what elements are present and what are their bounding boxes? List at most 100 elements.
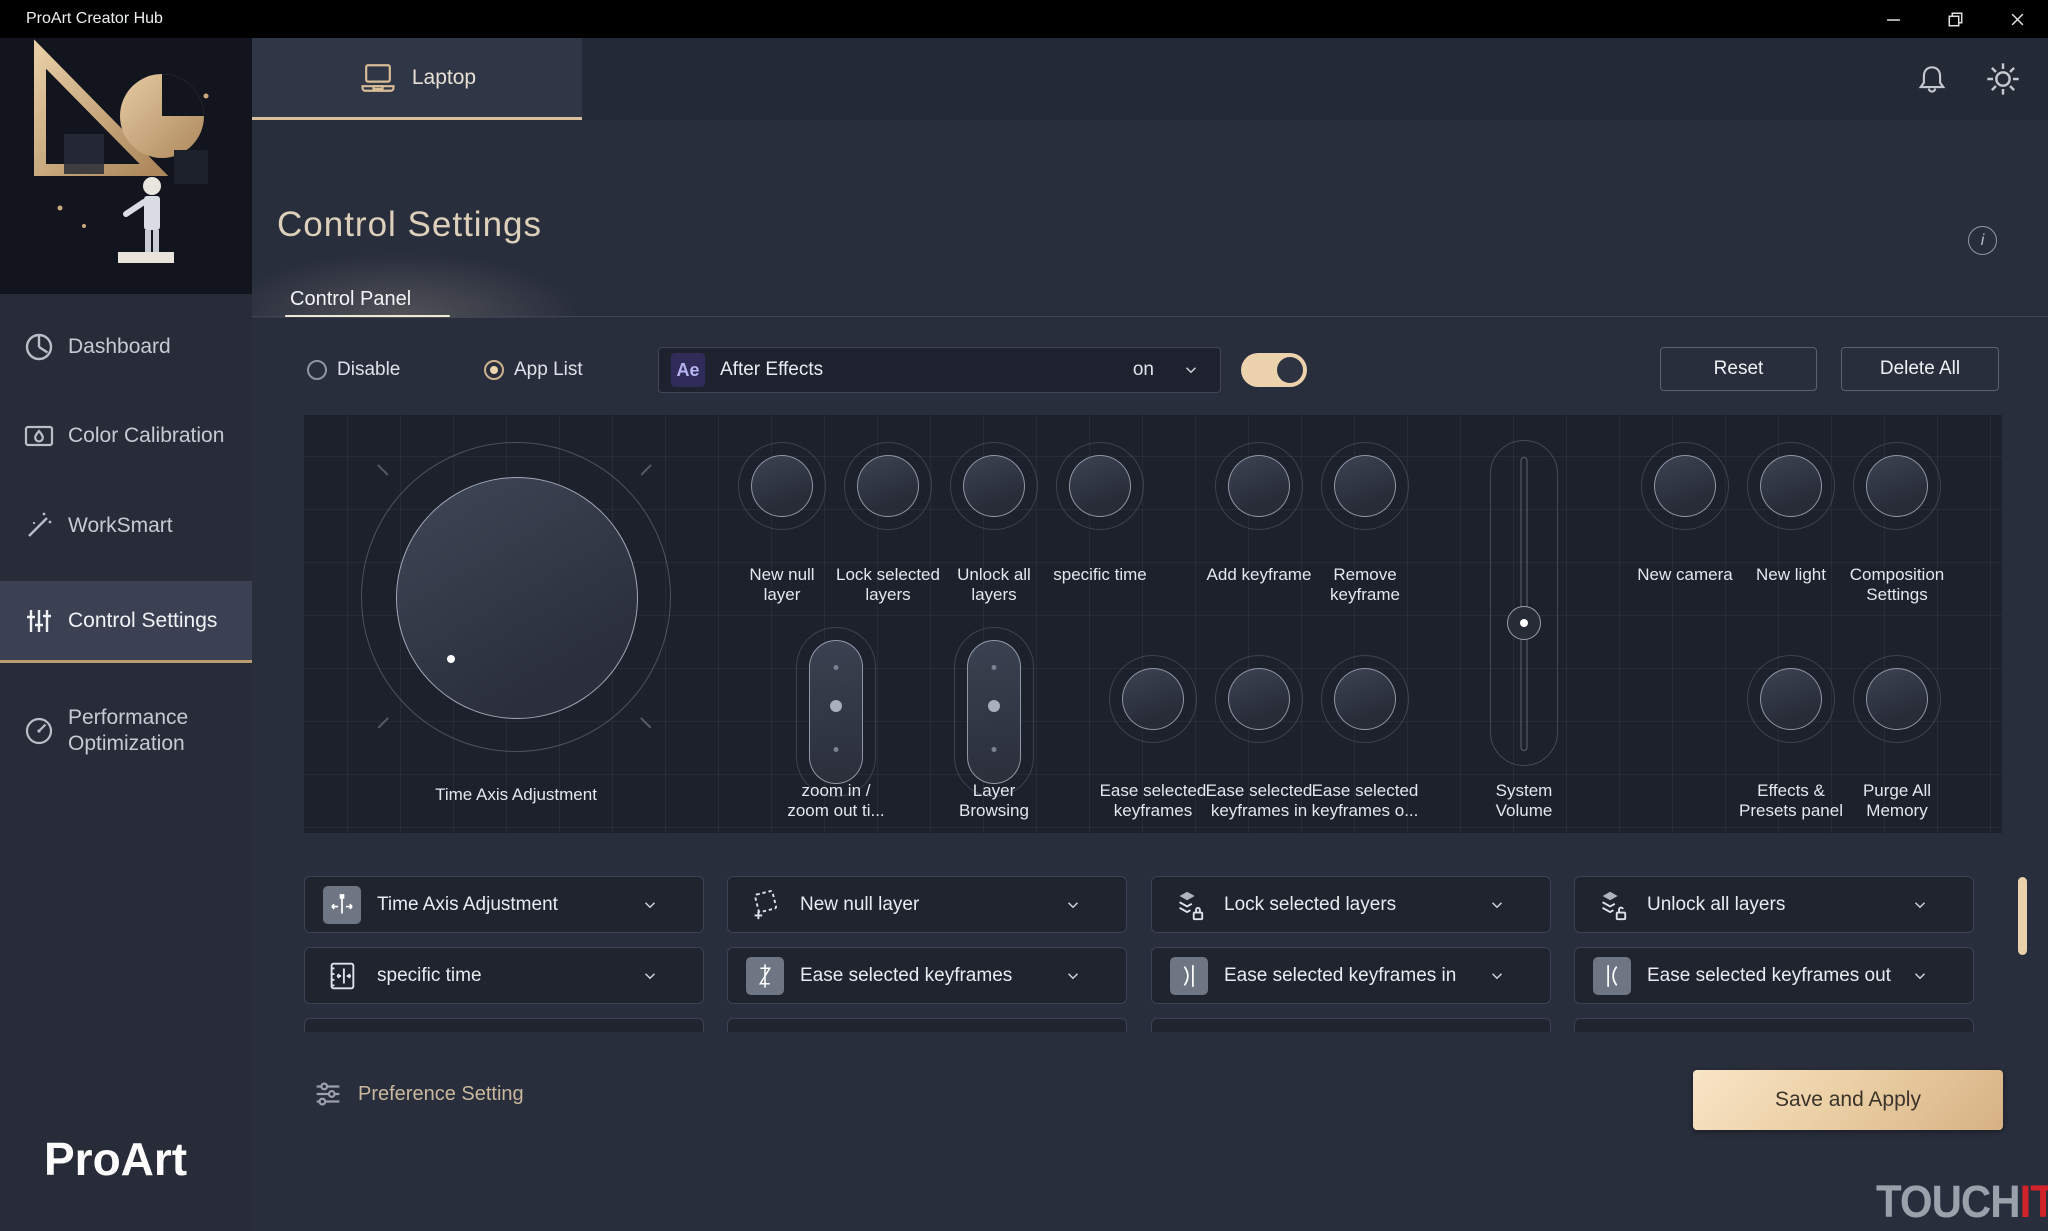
pad-slider-system-volume[interactable] [1490,440,1558,766]
worksmart-icon [22,509,56,543]
assignment-dropdown-partial[interactable] [304,1018,704,1032]
assignment-label: Time Axis Adjustment [377,894,558,916]
pill-slider [809,640,863,784]
chevron-down-icon [641,967,659,985]
notifications-bell-icon[interactable] [1914,61,1950,97]
info-icon[interactable]: i [1968,226,1997,255]
slider-knob[interactable] [1507,606,1541,640]
pad-label: System Volume [1459,781,1589,821]
assignment-dropdown-unlock-all-layers[interactable]: Unlock all layers [1574,876,1974,933]
proart-creator-hub-window: ProArt Creator Hub [0,0,2048,1231]
sidebar-item-dashboard[interactable]: Dashboard [0,322,252,372]
app-list-radio-label: App List [514,359,583,381]
save-and-apply-button[interactable]: Save and Apply [1693,1070,2003,1130]
assignment-label: Unlock all layers [1647,894,1785,916]
pad-pill-layer-browsing[interactable] [954,627,1034,797]
pad-button-new-null-layer[interactable] [738,442,826,530]
chevron-down-icon [1064,896,1082,914]
performance-icon [22,714,56,748]
sidebar-item-color-calibration[interactable]: Color Calibration [0,411,252,461]
minimize-button[interactable] [1862,0,1924,38]
assignment-dropdown-lock-selected-layers[interactable]: Lock selected layers [1151,876,1551,933]
close-button[interactable] [1986,0,2048,38]
app-select-dropdown[interactable]: Ae After Effects on [658,347,1221,393]
sidebar-item-label: Performance Optimization [68,705,218,757]
app-enabled-toggle[interactable] [1241,353,1307,387]
proart-logo: ProArt [44,1132,187,1186]
scrollbar-thumb[interactable] [2018,877,2027,955]
dial-knob [396,477,638,719]
header-bar: Laptop [252,38,2048,120]
assignment-dropdown-partial[interactable] [1151,1018,1551,1032]
preference-setting-button[interactable]: Preference Setting [312,1078,524,1110]
preference-sliders-icon [312,1078,344,1110]
watermark-red: IT [2020,1176,2048,1227]
assignment-dropdown-ease-selected-keyframes-out[interactable]: Ease selected keyframes out [1574,947,1974,1004]
pad-button-new-camera[interactable] [1641,442,1729,530]
pad-label: Layer Browsing [929,781,1059,821]
pad-button-effects-presets-panel[interactable] [1747,655,1835,743]
slider-track [1521,457,1528,751]
pill-dot [992,665,997,670]
page-title: Control Settings [277,205,542,245]
pad-button-specific-time[interactable] [1056,442,1144,530]
laptop-icon [358,62,398,94]
assignment-dropdown-new-null-layer[interactable]: New null layer [727,876,1127,933]
assignment-dropdown-partial[interactable] [1574,1018,1974,1032]
disable-radio-label: Disable [337,359,400,381]
null-layer-icon [746,886,784,924]
ease-in-icon [1170,957,1208,995]
device-tab-laptop[interactable]: Laptop [252,38,582,120]
pad-button-new-light[interactable] [1747,442,1835,530]
pad-button-lock-selected-layers[interactable] [844,442,932,530]
sidebar-item-control-settings[interactable]: Control Settings [0,581,252,663]
lock-layers-icon [1170,886,1208,924]
pill-dot [988,700,1000,712]
pad-button-remove-keyframe[interactable] [1321,442,1409,530]
app-list-radio[interactable] [484,360,504,380]
pill-dot [992,747,997,752]
sidebar-item-worksmart[interactable]: WorkSmart [0,501,252,551]
sidebar-item-performance-optimization[interactable]: Performance Optimization [0,698,252,764]
chevron-down-icon [1911,967,1929,985]
pill-dot [834,665,839,670]
app-name: After Effects [720,359,823,381]
dial-time-axis-adjustment[interactable] [361,442,671,752]
toggle-knob [1277,357,1303,383]
pad-label: Composition Settings [1832,565,1962,605]
pad-label-dial: Time Axis Adjustment [366,785,666,805]
sidebar-item-label: Color Calibration [68,424,224,448]
assignment-dropdown-ease-selected-keyframes[interactable]: Ease selected keyframes [727,947,1127,1004]
pad-button-composition-settings[interactable] [1853,442,1941,530]
chevron-down-icon [1488,896,1506,914]
pad-label: Ease selected keyframes o... [1297,781,1433,821]
assignment-label: Ease selected keyframes [800,965,1012,987]
assignment-dropdown-partial[interactable] [727,1018,1127,1032]
restore-button[interactable] [1924,0,1986,38]
disable-radio[interactable] [307,360,327,380]
assignment-dropdown-time-axis[interactable]: Time Axis Adjustment [304,876,704,933]
watermark-gray: TOUCH [1876,1176,2020,1227]
assignment-label: Ease selected keyframes in [1224,965,1456,987]
pad-button-ease-selected-keyframes-out[interactable] [1321,655,1409,743]
assignment-label: Lock selected layers [1224,894,1396,916]
pad-button-purge-all-memory[interactable] [1853,655,1941,743]
pad-button-ease-selected-keyframes-in[interactable] [1215,655,1303,743]
reset-button[interactable]: Reset [1660,347,1817,391]
touchit-watermark: TOUCHIT [1876,1176,2048,1228]
pad-button-unlock-all-layers[interactable] [950,442,1038,530]
dashboard-icon [22,330,56,364]
assignment-dropdown-ease-selected-keyframes-in[interactable]: Ease selected keyframes in [1151,947,1551,1004]
pad-button-ease-selected-keyframes[interactable] [1109,655,1197,743]
settings-gear-icon[interactable] [1984,60,2022,98]
app-state-value[interactable]: on [1133,359,1154,381]
pad-button-add-keyframe[interactable] [1215,442,1303,530]
dial-tick [378,717,389,728]
device-tab-label: Laptop [412,66,476,90]
minimize-icon [1886,12,1901,27]
delete-all-button[interactable]: Delete All [1841,347,1999,391]
restore-icon [1948,12,1963,27]
tab-control-panel[interactable]: Control Panel [290,288,411,311]
assignment-dropdown-specific-time[interactable]: specific time [304,947,704,1004]
pad-pill-zoom-in-out[interactable] [796,627,876,797]
